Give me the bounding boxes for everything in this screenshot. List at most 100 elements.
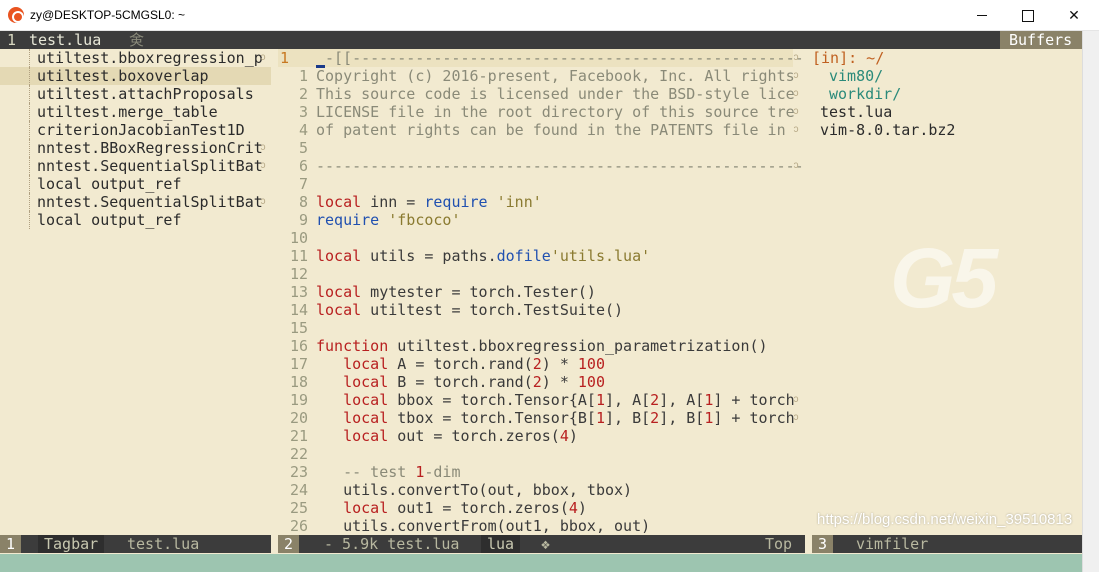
code-line[interactable]: utils.convertTo(out, bbox, tbox) [316,481,632,499]
line-number: 3 [298,103,308,121]
maximize-button[interactable] [1005,0,1051,31]
statusline-filetype: lua [481,535,521,553]
editor-pane[interactable]: 1 -[[------------------------------------… [278,49,805,535]
minimize-button[interactable] [959,0,1005,31]
terminal[interactable]: 1 test.lua 㑒 Buffers utiltest.bboxregres… [0,31,1082,572]
line-number: 10 [289,229,308,247]
code-line[interactable]: local B = torch.rand(2) * 100 [316,373,605,391]
fold-guide [29,103,30,121]
fold-guide [29,157,30,175]
tagbar-item-label: nntest.BBoxRegressionCrit [37,139,263,157]
window-number: 2 [278,535,300,553]
pane-divider[interactable] [805,49,812,535]
wrap-marker: ↄ [793,88,800,99]
fold-guide [29,49,30,67]
fold-guide [29,139,30,157]
code-line[interactable]: Copyright (c) 2016-present, Facebook, In… [316,67,795,85]
statusline-position: Top [765,535,793,553]
watermark-logo: G5 [890,231,998,325]
code-line[interactable]: local out1 = torch.zeros(4) [316,499,587,517]
tagbar-item-label: utiltest.bboxregression_p [37,49,263,67]
code-line[interactable]: local A = torch.rand(2) * 100 [316,355,605,373]
line-number: 11 [289,247,308,265]
statusline-file-info: - 5.9k test.lua [324,535,460,553]
directory-item[interactable]: vim80/ [829,67,883,85]
tagbar-item-label: nntest.SequentialSplitBat [37,157,263,175]
buffers-label[interactable]: Buffers [1000,31,1082,49]
code-line[interactable]: -[[-------------------------------------… [316,49,805,68]
vimfiler-statusline: 3 vimfiler [812,535,1082,553]
tagbar-item[interactable]: utiltest.attachProposals [0,85,271,103]
tagbar-item[interactable]: nntest.SequentialSplitBat ↄ [0,157,271,175]
code-line[interactable]: ----------------------------------------… [316,157,805,175]
line-number: 24 [289,481,308,499]
editor-statusline: 2 - 5.9k test.lua lua ❖ Top [278,535,805,553]
window-number: 3 [812,535,834,553]
wrap-marker: ↄ [260,52,267,63]
line-number: 6 [298,157,308,175]
code-line[interactable]: function utiltest.bboxregression_paramet… [316,337,768,355]
line-number: 5 [298,139,308,157]
tagbar-item[interactable]: utiltest.boxoverlap [0,67,271,85]
line-number: 12 [289,265,308,283]
line-number: 4 [298,121,308,139]
line-number: 18 [289,373,308,391]
code-line[interactable]: local mytester = torch.Tester() [316,283,596,301]
tagbar-item-label: local output_ref [37,175,182,193]
line-number: 16 [289,337,308,355]
tagbar-item[interactable]: utiltest.bboxregression_p ↄ [0,49,271,67]
code-line[interactable]: of patent rights can be found in the PAT… [316,121,786,139]
bottom-strip [0,554,1082,572]
tagbar-statusline: 1 Tagbar test.lua [0,535,271,553]
code-line[interactable]: This source code is licensed under the B… [316,85,795,103]
line-number: 13 [289,283,308,301]
fold-guide [29,121,30,139]
vimfiler-path-header: [in]: ~/ [812,49,885,67]
pane-divider[interactable] [271,49,278,535]
tagbar-item[interactable]: criterionJacobianTest1D [0,121,271,139]
code-line[interactable]: local inn = require 'inn' [316,193,542,211]
tab-test-lua[interactable]: test.lua [29,31,101,49]
code-line[interactable]: utils.convertFrom(out1, bbox, out) [316,517,650,535]
wrap-marker: ↄ [260,142,267,153]
code-line[interactable]: -- test 1-dim [316,463,460,481]
fold-guide [29,211,30,229]
tagbar-item[interactable]: nntest.BBoxRegressionCrit ↄ [0,139,271,157]
tagbar-item[interactable]: local output_ref [0,175,271,193]
line-number: 22 [289,445,308,463]
fold-guide [29,67,30,85]
line-number: 1 [298,67,308,85]
tagbar-item-label: utiltest.merge_table [37,103,218,121]
code-line[interactable]: local tbox = torch.Tensor{B[1], B[2], B[… [316,409,795,427]
line-number: 26 [289,517,308,535]
tagbar-item[interactable]: utiltest.merge_table [0,103,271,121]
vertical-scrollbar[interactable] [1082,31,1099,572]
statusline-icon: ❖ [541,535,551,553]
line-number: 17 [289,355,308,373]
code-line[interactable]: require 'fbcoco' [316,211,461,229]
directory-item[interactable]: workdir/ [829,85,901,103]
line-number: 25 [289,499,308,517]
file-item[interactable]: vim-8.0.tar.bz2 [820,121,955,139]
file-item[interactable]: test.lua [820,103,892,121]
tagbar-item[interactable]: nntest.SequentialSplitBat ↄ [0,193,271,211]
line-number: 9 [298,211,308,229]
wrap-marker: ↄ [793,124,800,135]
tagbar-item[interactable]: local output_ref [0,211,271,229]
line-number: 1 [280,49,290,67]
window-number: 1 [0,535,22,553]
code-line[interactable]: local out = torch.zeros(4) [316,427,578,445]
code-line[interactable]: local utils = paths.dofile'utils.lua' [316,247,650,265]
code-line[interactable]: LICENSE file in the root directory of th… [316,103,795,121]
tab-glyph: 㑒 [129,31,145,49]
fold-guide [29,193,30,211]
line-number: 20 [289,409,308,427]
wrap-marker: ↄ [793,52,800,63]
window-titlebar: zy@DESKTOP-5CMGSL0: ~ [0,0,1099,31]
code-line[interactable]: local bbox = torch.Tensor{A[1], A[2], A[… [316,391,795,409]
close-button[interactable] [1051,0,1097,31]
ubuntu-icon [8,7,24,23]
wrap-marker: ↄ [793,70,800,81]
tagbar-pane[interactable]: utiltest.bboxregression_p ↄ utiltest.boxov… [0,49,271,535]
code-line[interactable]: local utiltest = torch.TestSuite() [316,301,623,319]
